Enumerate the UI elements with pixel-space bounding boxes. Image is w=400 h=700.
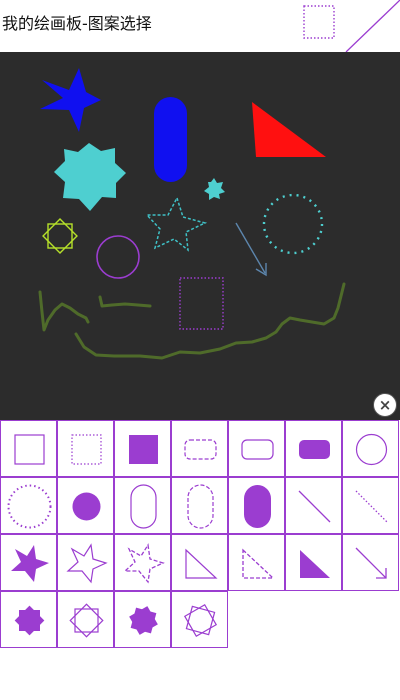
canvas-capsule-blue: [154, 97, 187, 182]
palette-star-outline[interactable]: [57, 534, 114, 591]
palette-triangle-filled[interactable]: [285, 534, 342, 591]
canvas-square-dotted: [179, 277, 224, 330]
palette-rounded-rect-filled[interactable]: [285, 420, 342, 477]
palette-capsule-dashed[interactable]: [171, 477, 228, 534]
canvas-burst-teal: [54, 143, 126, 211]
palette-burst-filled-alt[interactable]: [114, 591, 171, 648]
canvas-circle-purple: [96, 235, 140, 279]
palette-star-dashed[interactable]: [114, 534, 171, 591]
palette-circle-filled[interactable]: [57, 477, 114, 534]
palette-rounded-rect-outline[interactable]: [228, 420, 285, 477]
canvas-octagram: [42, 218, 78, 254]
palette-square-outline[interactable]: [0, 420, 57, 477]
canvas-stroke-1: [38, 290, 90, 332]
canvas-burst-small: [204, 178, 225, 200]
palette-burst-filled[interactable]: [0, 591, 57, 648]
palette-octagram-outline[interactable]: [57, 591, 114, 648]
palette-square-filled[interactable]: [114, 420, 171, 477]
top-bar: 我的绘画板-图案选择: [0, 0, 400, 52]
canvas-star-blue: [40, 68, 101, 132]
palette-line[interactable]: [285, 477, 342, 534]
canvas-triangle-red: [252, 102, 326, 157]
canvas-star-dashed: [145, 196, 208, 252]
page-title: 我的绘画板-图案选择: [2, 14, 152, 33]
canvas-arrow: [235, 222, 267, 277]
palette-arrow[interactable]: [342, 534, 399, 591]
canvas-stroke-3: [74, 282, 346, 360]
palette-star-filled[interactable]: [0, 534, 57, 591]
palette-square-dotted[interactable]: [57, 420, 114, 477]
palette-capsule-filled[interactable]: [228, 477, 285, 534]
palette-capsule-outline[interactable]: [114, 477, 171, 534]
palette-circle-outline[interactable]: [342, 420, 399, 477]
corner-line-decoration: [345, 0, 400, 52]
drawing-canvas[interactable]: ×: [0, 52, 400, 420]
canvas-stroke-2: [98, 295, 152, 308]
palette-octagram-outline-alt[interactable]: [171, 591, 228, 648]
palette-rounded-rect-dashed[interactable]: [171, 420, 228, 477]
palette-line-dotted[interactable]: [342, 477, 399, 534]
canvas-circle-dotted: [262, 193, 324, 255]
palette-circle-dotted[interactable]: [0, 477, 57, 534]
current-shape-indicator[interactable]: [296, 0, 346, 46]
palette-triangle-dashed[interactable]: [228, 534, 285, 591]
palette-triangle-outline[interactable]: [171, 534, 228, 591]
close-button[interactable]: ×: [373, 393, 397, 417]
shape-palette: [0, 420, 400, 700]
